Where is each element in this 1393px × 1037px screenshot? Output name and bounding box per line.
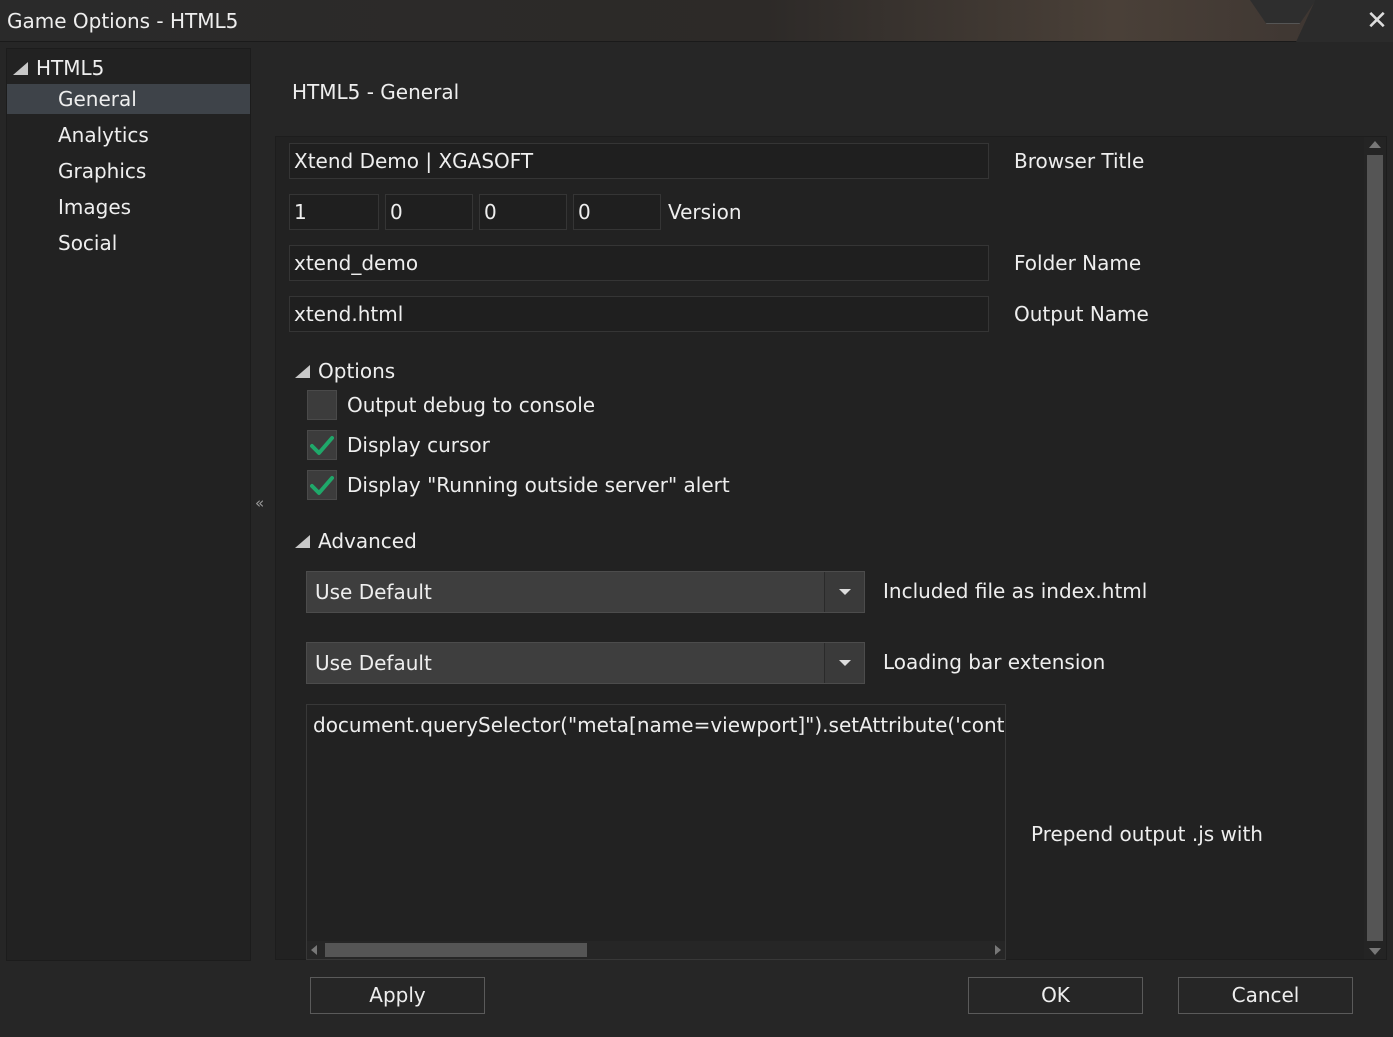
sidebar-tree: HTML5 General Analytics Graphics Images …: [6, 48, 251, 961]
chevron-down-icon: [839, 589, 851, 595]
scroll-left-icon[interactable]: [311, 945, 317, 955]
version-build-input[interactable]: 0: [479, 194, 567, 230]
checkmark-icon: [310, 436, 334, 455]
apply-button[interactable]: Apply: [310, 977, 485, 1014]
browser-title-input[interactable]: Xtend Demo | XGASOFT: [289, 143, 989, 179]
prepend-js-label: Prepend output .js with: [1031, 822, 1263, 846]
dropdown-button[interactable]: [824, 643, 864, 683]
version-minor-input[interactable]: 0: [385, 194, 473, 230]
collapse-triangle-icon[interactable]: [295, 534, 310, 548]
collapse-sidebar-icon[interactable]: «: [255, 494, 264, 512]
chevron-down-icon: [839, 660, 851, 666]
title-bar: Game Options - HTML5 ✕: [0, 0, 1393, 42]
output-debug-checkbox[interactable]: [307, 390, 337, 420]
running-outside-server-label: Display "Running outside server" alert: [347, 473, 730, 497]
display-cursor-label: Display cursor: [347, 433, 490, 457]
loading-bar-label: Loading bar extension: [883, 650, 1106, 674]
output-name-label: Output Name: [1014, 302, 1149, 326]
output-debug-label: Output debug to console: [347, 393, 596, 417]
sidebar-item-general[interactable]: General: [7, 84, 250, 114]
expand-triangle-icon[interactable]: [13, 61, 28, 75]
folder-name-label: Folder Name: [1014, 251, 1142, 275]
advanced-section-header[interactable]: Advanced: [295, 528, 417, 554]
running-outside-server-checkbox[interactable]: [307, 470, 337, 500]
prepend-js-text: document.querySelector("meta[name=viewpo…: [313, 713, 1006, 737]
display-cursor-checkbox[interactable]: [307, 430, 337, 460]
cancel-button[interactable]: Cancel: [1178, 977, 1353, 1014]
folder-name-input[interactable]: xtend_demo: [289, 245, 989, 281]
horizontal-scrollbar[interactable]: [307, 941, 1005, 959]
scrollbar-thumb[interactable]: [1367, 155, 1383, 941]
version-label: Version: [668, 200, 742, 224]
window-title: Game Options - HTML5: [7, 9, 239, 33]
version-major-input[interactable]: 1: [289, 194, 379, 230]
vertical-scrollbar[interactable]: [1364, 137, 1386, 959]
scroll-down-icon[interactable]: [1369, 948, 1381, 955]
close-icon[interactable]: ✕: [1364, 8, 1390, 34]
tree-root-label: HTML5: [36, 56, 105, 80]
index-html-select-value: Use Default: [315, 580, 432, 604]
sidebar-item-analytics[interactable]: Analytics: [7, 120, 250, 150]
sidebar-item-graphics[interactable]: Graphics: [7, 156, 250, 186]
output-name-input[interactable]: xtend.html: [289, 296, 989, 332]
loading-bar-select-value: Use Default: [315, 651, 432, 675]
scroll-right-icon[interactable]: [995, 945, 1001, 955]
browser-title-label: Browser Title: [1014, 149, 1145, 173]
loading-bar-select[interactable]: Use Default: [306, 642, 865, 684]
ok-button[interactable]: OK: [968, 977, 1143, 1014]
options-header-label: Options: [318, 359, 396, 383]
version-revision-input[interactable]: 0: [573, 194, 661, 230]
scrollbar-thumb[interactable]: [325, 943, 587, 957]
advanced-header-label: Advanced: [318, 529, 417, 553]
sidebar-item-social[interactable]: Social: [7, 228, 250, 258]
checkmark-icon: [310, 476, 334, 495]
index-html-select[interactable]: Use Default: [306, 571, 865, 613]
options-section-header[interactable]: Options: [295, 358, 395, 384]
dropdown-button[interactable]: [824, 572, 864, 612]
sidebar-item-images[interactable]: Images: [7, 192, 250, 222]
page-title: HTML5 - General: [292, 80, 460, 104]
collapse-triangle-icon[interactable]: [295, 364, 310, 378]
scroll-up-icon[interactable]: [1369, 141, 1381, 148]
index-html-label: Included file as index.html: [883, 579, 1148, 603]
tree-root-html5[interactable]: HTML5: [13, 55, 104, 81]
prepend-js-textarea[interactable]: document.querySelector("meta[name=viewpo…: [306, 704, 1006, 960]
